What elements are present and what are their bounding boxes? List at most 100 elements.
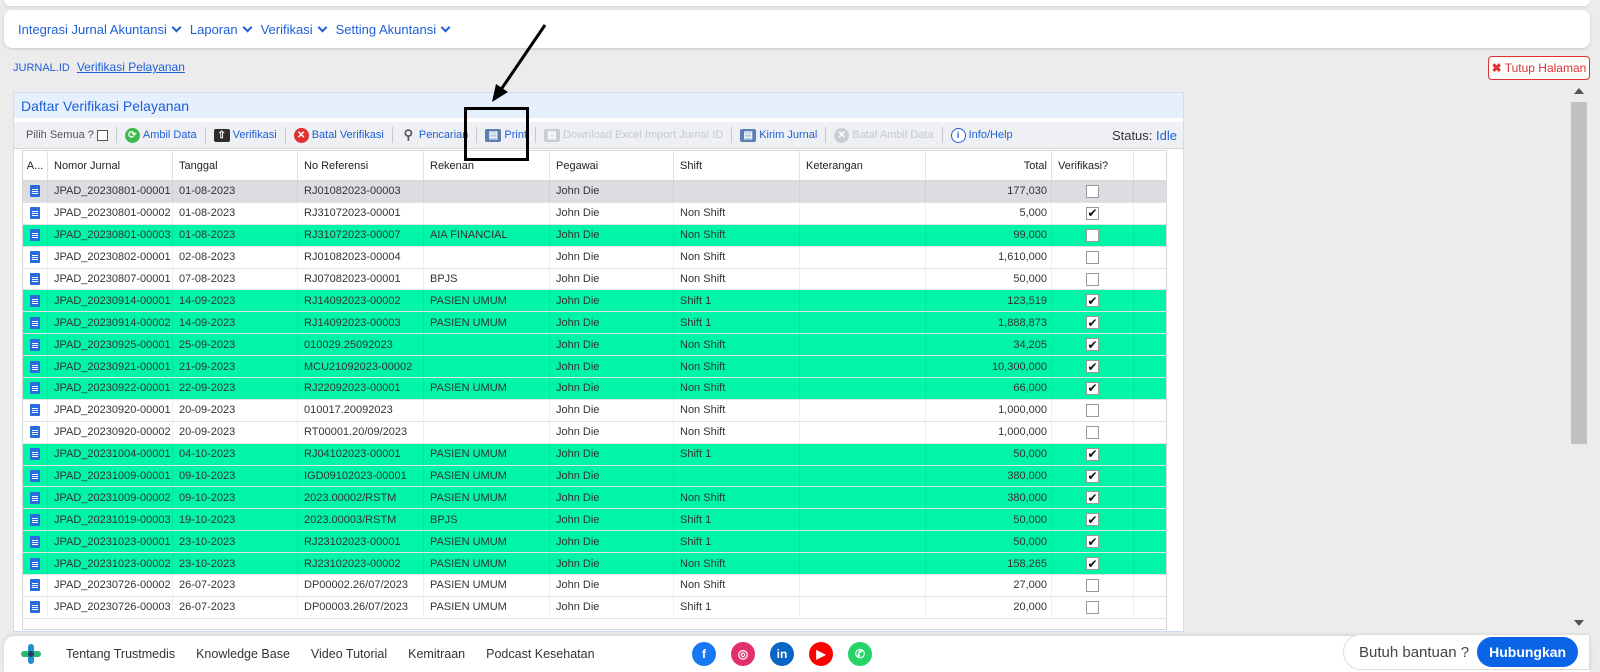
row-action[interactable] (23, 421, 48, 443)
table-row[interactable]: JPAD_20230801-00002 01-08-2023 RJ31072023-… (23, 202, 1166, 225)
row-action[interactable] (23, 312, 48, 334)
table-row[interactable]: JPAD_20230920-00001 20-09-2023 010017.2009… (23, 399, 1166, 422)
table-row[interactable]: JPAD_20230921-00001 21-09-2023 MCU21092023… (23, 356, 1166, 379)
verify-checkbox[interactable] (1086, 272, 1099, 286)
row-action[interactable] (23, 224, 48, 246)
row-action[interactable] (23, 181, 48, 202)
document-icon[interactable] (30, 470, 40, 483)
row-action[interactable] (23, 509, 48, 531)
table-row[interactable]: JPAD_20231004-00001 04-10-2023 RJ04102023-… (23, 443, 1166, 466)
document-icon[interactable] (30, 207, 40, 220)
scrollbar-thumb[interactable] (1571, 102, 1587, 444)
row-action[interactable] (23, 268, 48, 290)
page-scrollbar[interactable] (1569, 82, 1589, 630)
document-icon[interactable] (30, 426, 40, 439)
verify-checkbox[interactable]: ✔ (1086, 206, 1099, 220)
row-action[interactable] (23, 399, 48, 421)
table-row[interactable]: JPAD_20230801-00003 01-08-2023 RJ31072023-… (23, 224, 1166, 247)
document-icon[interactable] (30, 229, 40, 242)
row-action[interactable] (23, 334, 48, 356)
verify-checkbox[interactable] (1086, 228, 1099, 242)
column-header[interactable]: A... (23, 151, 48, 180)
table-row[interactable]: JPAD_20230726-00002 26-07-2023 DP00002.26/… (23, 575, 1166, 597)
document-icon[interactable] (30, 557, 40, 570)
table-row[interactable]: JPAD_20230801-00001 01-08-2023 RJ01082023-… (23, 181, 1166, 203)
table-row[interactable]: JPAD_20231019-00003 19-10-2023 2023.00003/… (23, 509, 1166, 532)
column-header[interactable]: Pegawai (550, 151, 674, 180)
footer-link-knowledge-base[interactable]: Knowledge Base (196, 647, 290, 661)
verify-checkbox[interactable]: ✔ (1086, 491, 1099, 505)
youtube-icon[interactable]: ▶ (809, 642, 833, 666)
verify-checkbox[interactable]: ✔ (1086, 360, 1099, 374)
document-icon[interactable] (30, 448, 40, 461)
row-action[interactable] (23, 553, 48, 575)
document-icon[interactable] (30, 601, 40, 614)
column-header[interactable]: Verifikasi? (1052, 151, 1134, 180)
document-icon[interactable] (30, 404, 40, 417)
connect-button[interactable]: Hubungkan (1477, 637, 1579, 667)
column-header[interactable]: Keterangan (800, 151, 926, 180)
pencarian-button[interactable]: ⚲ Pencarian (401, 127, 469, 143)
instagram-icon[interactable]: ◎ (731, 642, 755, 666)
row-action[interactable] (23, 596, 48, 618)
document-icon[interactable] (30, 251, 40, 264)
verify-checkbox[interactable] (1086, 600, 1099, 614)
table-row[interactable]: JPAD_20230922-00001 22-09-2023 RJ22092023-… (23, 378, 1166, 400)
document-icon[interactable] (30, 316, 40, 329)
select-all-checkbox[interactable] (96, 129, 108, 141)
row-action[interactable] (23, 378, 48, 399)
verify-checkbox[interactable]: ✔ (1086, 381, 1099, 395)
verify-checkbox[interactable] (1086, 578, 1099, 592)
row-action[interactable] (23, 246, 48, 268)
verify-checkbox[interactable]: ✔ (1086, 535, 1099, 549)
verifikasi-button[interactable]: ⇧ Verifikasi (213, 128, 277, 142)
row-action[interactable] (23, 443, 48, 465)
row-action[interactable] (23, 465, 48, 487)
footer-link-podcast[interactable]: Podcast Kesehatan (486, 647, 594, 661)
verify-checkbox[interactable]: ✔ (1086, 557, 1099, 571)
info-help-button[interactable]: i Info/Help (950, 127, 1013, 143)
table-row[interactable]: JPAD_20230726-00003 26-07-2023 DP00003.26/… (23, 596, 1166, 619)
menu-verifikasi[interactable]: Verifikasi (261, 22, 328, 37)
column-header[interactable]: No Referensi (298, 151, 424, 180)
document-icon[interactable] (30, 185, 40, 198)
verify-checkbox[interactable]: ✔ (1086, 338, 1099, 352)
table-row[interactable]: JPAD_20231023-00002 23-10-2023 RJ23102023-… (23, 553, 1166, 576)
verify-checkbox[interactable]: ✔ (1086, 469, 1099, 483)
document-icon[interactable] (30, 360, 40, 373)
row-action[interactable] (23, 202, 48, 224)
whatsapp-icon[interactable]: ✆ (848, 642, 872, 666)
scroll-up-icon[interactable] (1574, 88, 1584, 94)
column-header[interactable]: Total (926, 151, 1052, 180)
verify-checkbox[interactable]: ✔ (1086, 513, 1099, 527)
facebook-icon[interactable]: f (692, 642, 716, 666)
document-icon[interactable] (30, 513, 40, 526)
verify-checkbox[interactable] (1086, 425, 1099, 439)
breadcrumb-current[interactable]: Verifikasi Pelayanan (77, 60, 185, 74)
column-header[interactable]: Shift (674, 151, 800, 180)
column-header[interactable]: Tanggal (173, 151, 298, 180)
breadcrumb-root[interactable]: JURNAL.ID (13, 62, 70, 74)
footer-link-tentang[interactable]: Tentang Trustmedis (66, 647, 175, 661)
row-action[interactable] (23, 356, 48, 378)
table-row[interactable]: JPAD_20230914-00001 14-09-2023 RJ14092023-… (23, 290, 1166, 313)
document-icon[interactable] (30, 294, 40, 307)
menu-laporan[interactable]: Laporan (190, 22, 253, 37)
scroll-down-icon[interactable] (1574, 620, 1584, 626)
column-header[interactable]: Nomor Jurnal (48, 151, 173, 180)
menu-integrasi-jurnal[interactable]: Integrasi Jurnal Akuntansi (18, 22, 182, 37)
verify-checkbox[interactable]: ✔ (1086, 316, 1099, 330)
close-page-button[interactable]: ✖ Tutup Halaman (1488, 56, 1590, 80)
verify-checkbox[interactable]: ✔ (1086, 294, 1099, 308)
menu-setting-akuntansi[interactable]: Setting Akuntansi (336, 22, 451, 37)
table-row[interactable]: JPAD_20231023-00001 23-10-2023 RJ23102023-… (23, 531, 1166, 554)
document-icon[interactable] (30, 273, 40, 285)
document-icon[interactable] (30, 491, 40, 504)
verify-checkbox[interactable]: ✔ (1086, 447, 1099, 461)
ambil-data-button[interactable]: ⟳ Ambil Data (124, 127, 197, 143)
verify-checkbox[interactable] (1086, 184, 1099, 198)
table-row[interactable]: JPAD_20231009-00001 09-10-2023 IGD09102023… (23, 465, 1166, 488)
verify-checkbox[interactable] (1086, 250, 1099, 264)
document-icon[interactable] (30, 579, 40, 592)
table-row[interactable]: JPAD_20230920-00002 20-09-2023 RT00001.20/… (23, 421, 1166, 444)
